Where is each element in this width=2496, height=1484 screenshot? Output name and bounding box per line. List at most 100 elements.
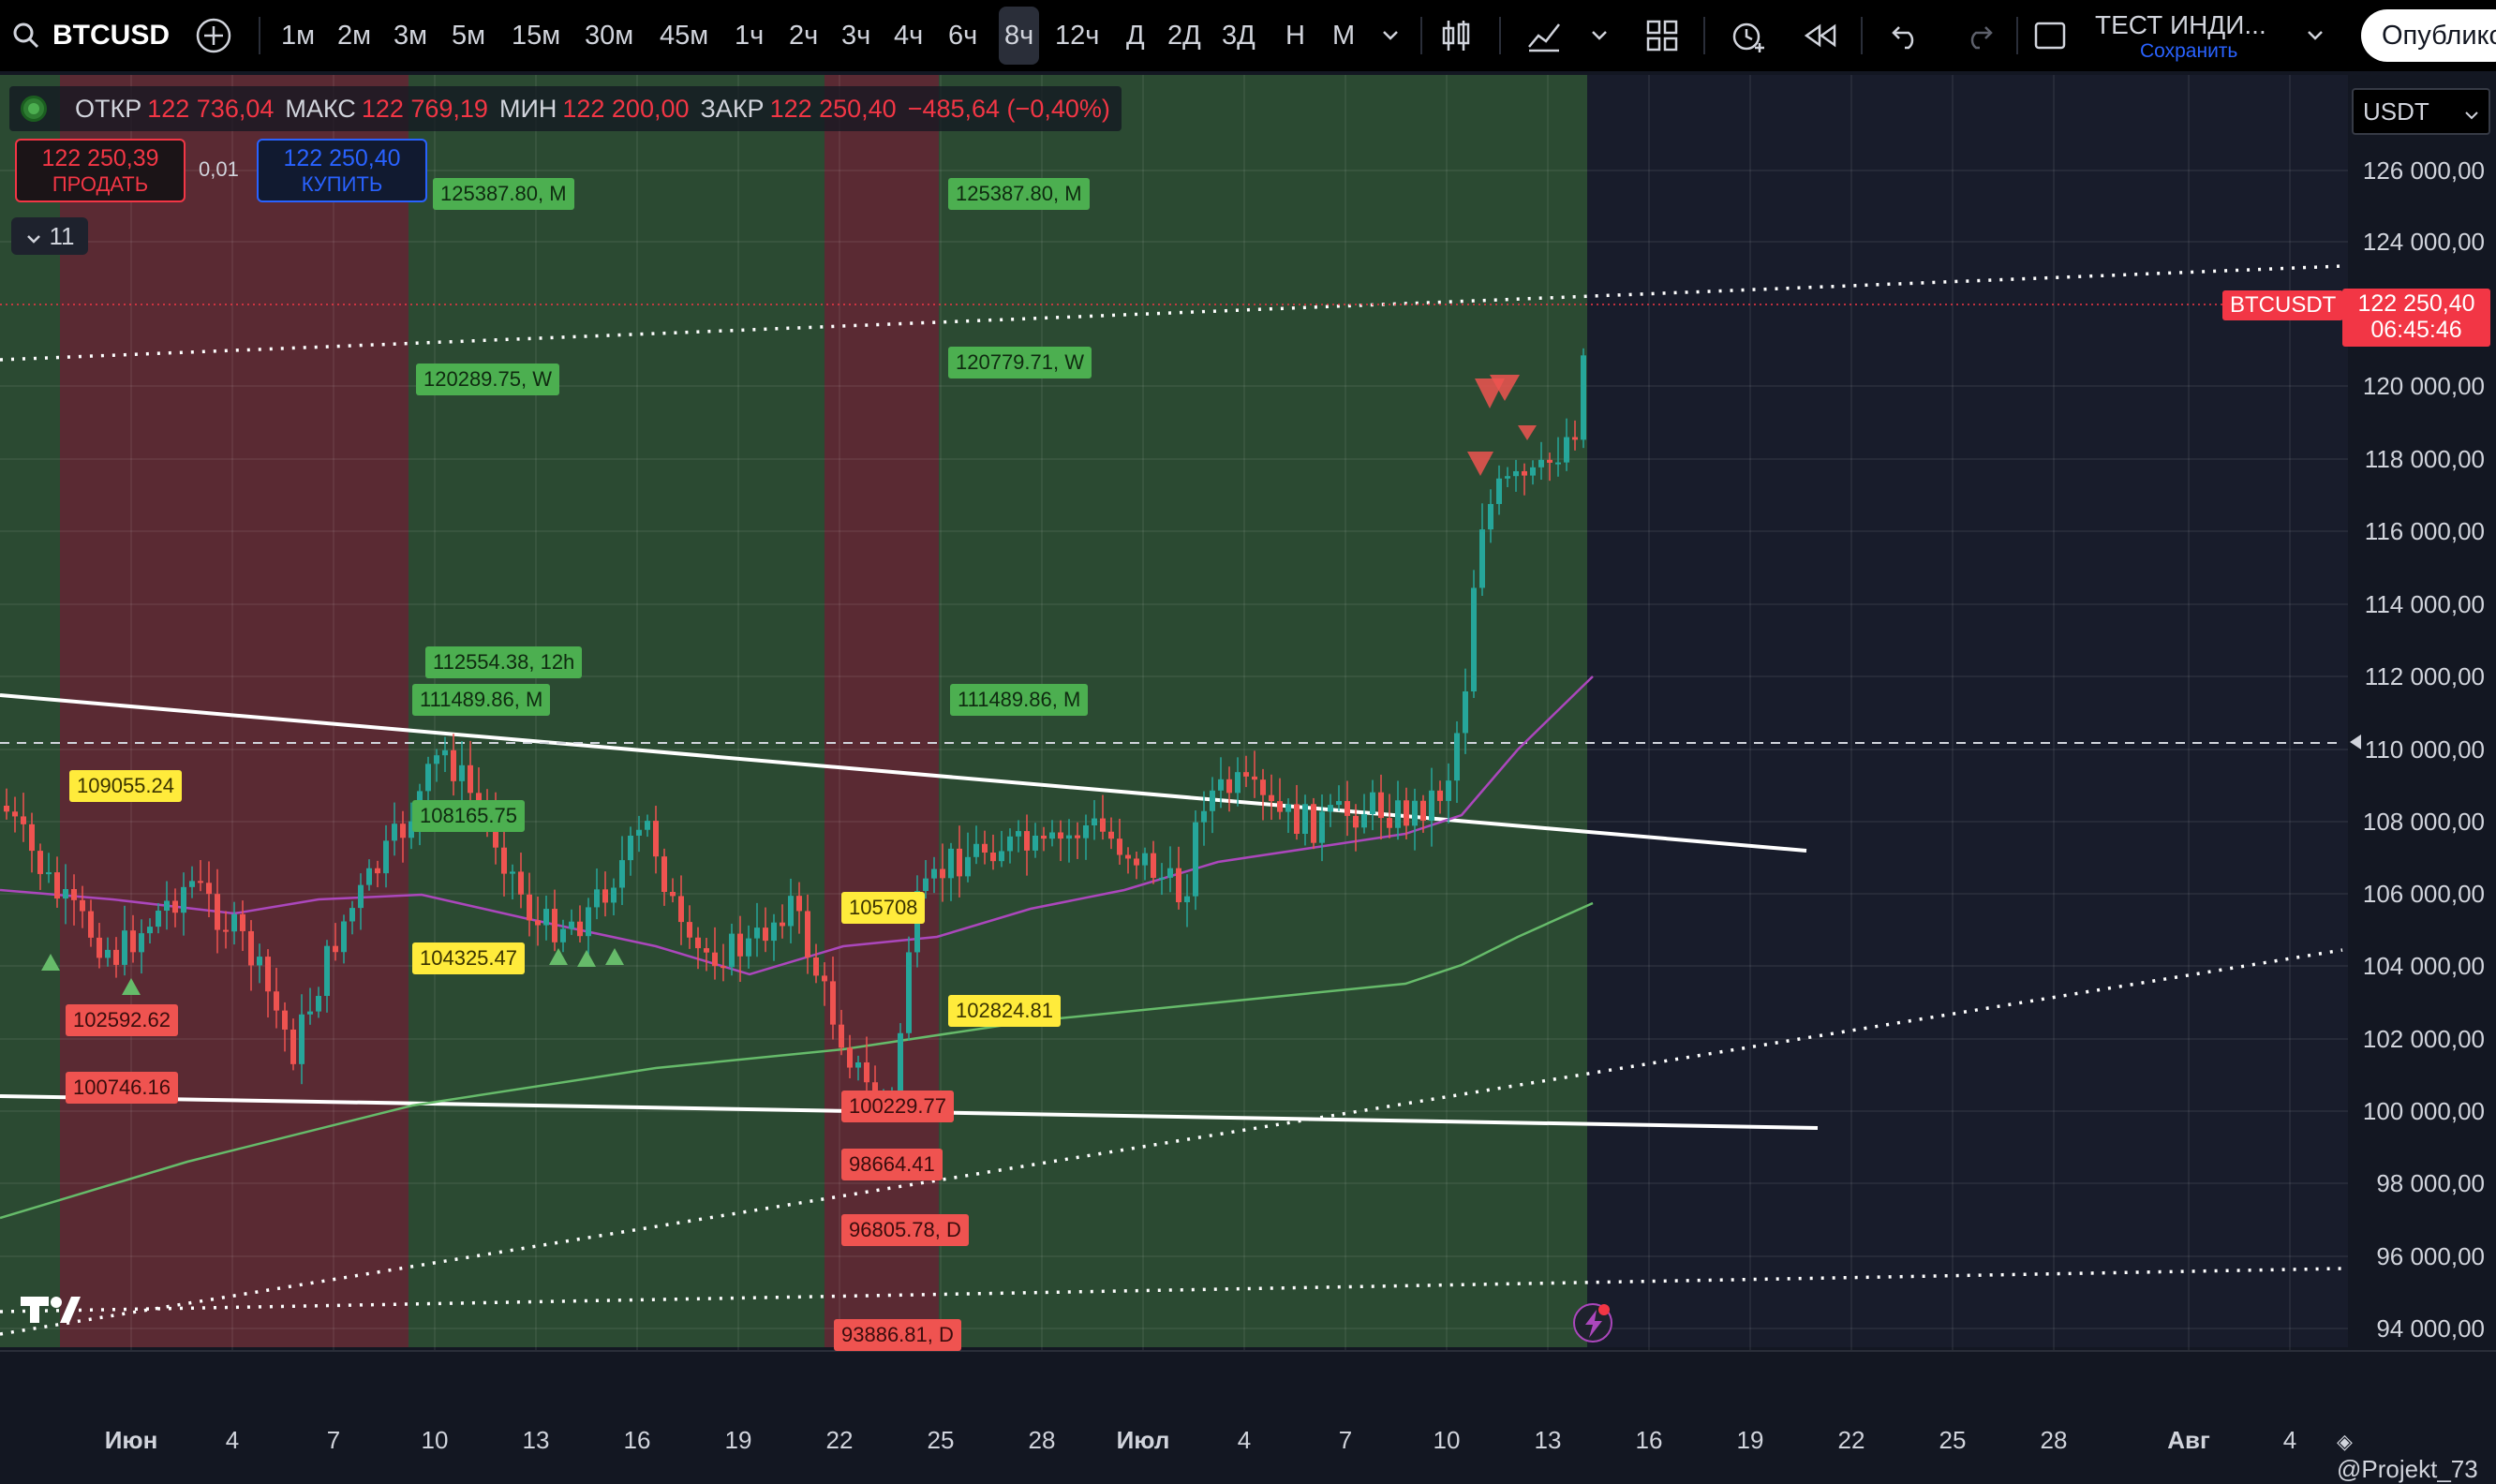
timeframe-14-button[interactable]: Д <box>1126 0 1145 71</box>
chevron-down-icon[interactable] <box>1372 0 1409 71</box>
timeframe-8-button[interactable]: 2ч <box>789 0 818 71</box>
currency-select[interactable]: USDT <box>2352 88 2490 135</box>
time-tick-label: 16 <box>1636 1426 1663 1454</box>
timeframe-10-button[interactable]: 4ч <box>894 0 923 71</box>
visibility-dot-icon[interactable] <box>21 96 47 122</box>
brand-text: @Projekt_73 <box>2337 1455 2478 1483</box>
toolbar-divider <box>1499 17 1501 54</box>
time-tick-label: 25 <box>1939 1426 1967 1454</box>
low-value: 122 200,00 <box>562 94 690 123</box>
candle <box>1311 797 1316 850</box>
price-tick-label: 94 000,00 <box>2376 1314 2485 1343</box>
timeframe-15-button[interactable]: 2Д <box>1167 0 1201 71</box>
brand-watermark: ◈ @Projekt_73 <box>2337 1426 2496 1484</box>
layout-title[interactable]: ТЕСТ ИНДИ... <box>2095 10 2266 39</box>
time-tick-label: 7 <box>1339 1426 1352 1454</box>
close-label: ЗАКР <box>700 94 765 123</box>
level-label: 100746.16 <box>66 1072 178 1104</box>
level-label: 125387.80, M <box>948 178 1090 210</box>
currency-value: USDT <box>2363 96 2429 126</box>
timeframe-6-button[interactable]: 45м <box>660 0 708 71</box>
search-icon[interactable] <box>7 0 45 71</box>
top-toolbar: BTCUSD 1м 2м 3м 5м 15м 30м 45м 1ч 2ч 3ч 4ч 6ч 8ч 12ч Д… <box>0 0 2496 71</box>
timeframe-18-button[interactable]: М <box>1332 0 1355 71</box>
layout-grid-icon[interactable] <box>1642 0 1683 71</box>
buy-label: КУПИТЬ <box>301 171 383 196</box>
timeframe-12-button[interactable]: 8ч <box>999 7 1040 65</box>
indicators-icon[interactable] <box>1523 0 1565 71</box>
save-button[interactable]: Сохранить <box>2140 39 2237 64</box>
replay-icon[interactable] <box>1801 0 1842 71</box>
time-tick-label: 10 <box>1434 1426 1461 1454</box>
time-tick-label: 4 <box>1238 1426 1251 1454</box>
ohlc-legend[interactable]: ОТКР 122 736,04 МАКС 122 769,19 МИН 122 200… <box>9 86 1122 131</box>
level-label: 104325.47 <box>412 942 525 974</box>
time-tick-label: Июл <box>1117 1426 1170 1454</box>
redo-icon[interactable] <box>1960 0 1998 71</box>
last-price-value: 122 250,40 <box>2357 290 2475 317</box>
price-tick-label: 106 000,00 <box>2363 880 2485 908</box>
level-label: 120289.75, W <box>416 364 559 395</box>
red-session-zone <box>60 75 409 1347</box>
price-tick-label: 120 000,00 <box>2363 372 2485 400</box>
chevron-down-icon[interactable] <box>1585 0 1613 71</box>
candle <box>1581 348 1586 449</box>
price-tick-label: 96 000,00 <box>2376 1242 2485 1270</box>
level-label: 100229.77 <box>841 1091 954 1122</box>
diamond-icon: ◈ <box>2337 1430 2353 1453</box>
sell-label: ПРОДАТЬ <box>52 171 149 196</box>
last-price-symbol-tag: BTCUSDT <box>2222 290 2344 320</box>
timeframe-13-button[interactable]: 12ч <box>1055 0 1099 71</box>
undo-icon[interactable] <box>1887 0 1924 71</box>
timeframe-5-button[interactable]: 30м <box>585 0 633 71</box>
price-axis[interactable] <box>2348 75 2496 1351</box>
open-label: ОТКР <box>75 94 142 123</box>
timeframe-3-button[interactable]: 5м <box>452 0 485 71</box>
chart-pane[interactable]: 126 000,00 124 000,00 120 000,00 118 000,00… <box>0 71 2496 1465</box>
candle <box>1471 570 1477 698</box>
toolbar-divider <box>1420 17 1422 54</box>
time-tick-label: 13 <box>1535 1426 1562 1454</box>
timeframe-4-button[interactable]: 15м <box>512 0 560 71</box>
price-tick-label: 100 000,00 <box>2363 1097 2485 1125</box>
level-label: 125387.80, M <box>433 178 574 210</box>
fullscreen-square-icon[interactable] <box>2031 0 2069 71</box>
time-tick-label: 4 <box>226 1426 239 1454</box>
chevron-down-icon <box>25 222 42 251</box>
level-label: 112554.38, 12h <box>425 646 583 678</box>
price-chart[interactable]: 126 000,00 124 000,00 120 000,00 118 000,00… <box>0 71 2496 1465</box>
chevron-down-icon[interactable] <box>2301 0 2329 71</box>
add-symbol-icon[interactable] <box>193 0 234 71</box>
buy-button[interactable]: 122 250,40 КУПИТЬ <box>257 139 427 202</box>
timeframe-7-button[interactable]: 1ч <box>735 0 764 71</box>
time-tick-label: 4 <box>2283 1426 2296 1454</box>
indicators-toggle-button[interactable]: 11 <box>11 217 88 255</box>
symbol-label[interactable]: BTCUSD <box>52 0 170 71</box>
future-zone <box>1587 75 2348 1347</box>
high-label: МАКС <box>285 94 356 123</box>
time-tick-label: 22 <box>1838 1426 1865 1454</box>
lightning-icon[interactable] <box>1573 1303 1612 1343</box>
level-label: 111489.86, M <box>412 684 551 716</box>
timeframe-9-button[interactable]: 3ч <box>841 0 870 71</box>
timeframe-0-button[interactable]: 1м <box>281 0 315 71</box>
time-tick-label: 7 <box>327 1426 340 1454</box>
price-tick-label: 114 000,00 <box>2365 590 2485 618</box>
price-tick-label: 102 000,00 <box>2363 1025 2485 1053</box>
time-tick-label: 25 <box>928 1426 955 1454</box>
price-tick-label: 116 000,00 <box>2365 517 2485 545</box>
level-label: 93886.81, D <box>834 1319 961 1351</box>
timeframe-11-button[interactable]: 6ч <box>948 0 977 71</box>
timeframe-1-button[interactable]: 2м <box>337 0 371 71</box>
alert-clock-icon[interactable] <box>1728 0 1769 71</box>
chevron-down-icon <box>2464 97 2479 126</box>
sell-button[interactable]: 122 250,39 ПРОДАТЬ <box>15 139 186 202</box>
timeframe-2-button[interactable]: 3м <box>394 0 427 71</box>
candles-icon[interactable] <box>1435 0 1477 71</box>
price-tick-label: 98 000,00 <box>2376 1169 2485 1197</box>
timeframe-16-button[interactable]: 3Д <box>1222 0 1255 71</box>
toolbar-divider <box>1861 17 1863 54</box>
timeframe-17-button[interactable]: Н <box>1285 0 1305 71</box>
spread-value: 0,01 <box>199 157 239 181</box>
publish-button[interactable]: Опублико <box>2361 9 2496 62</box>
